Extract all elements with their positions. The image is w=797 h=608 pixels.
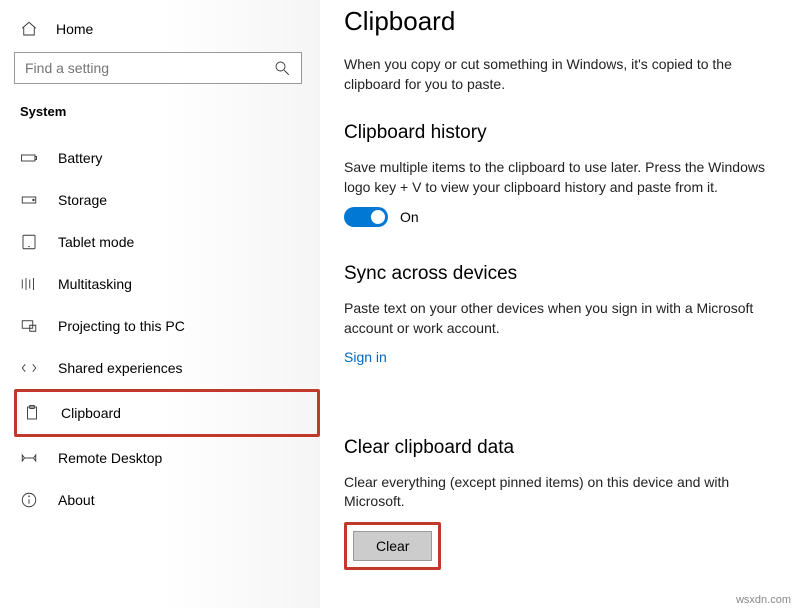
history-desc: Save multiple items to the clipboard to … <box>344 158 767 197</box>
sidebar-item-tablet-mode[interactable]: Tablet mode <box>14 221 320 263</box>
sidebar-item-label: Multitasking <box>58 276 132 292</box>
sidebar-item-multitasking[interactable]: Multitasking <box>14 263 320 305</box>
sidebar-item-label: Storage <box>58 192 107 208</box>
sidebar-item-label: About <box>58 492 95 508</box>
sync-desc: Paste text on your other devices when yo… <box>344 299 767 338</box>
battery-icon <box>20 149 38 167</box>
history-title: Clipboard history <box>344 122 767 144</box>
sidebar-item-remote-desktop[interactable]: Remote Desktop <box>14 437 320 479</box>
clipboard-icon <box>23 404 41 422</box>
search-input-container[interactable] <box>14 52 302 84</box>
sidebar-item-label: Battery <box>58 150 102 166</box>
home-label: Home <box>56 21 93 37</box>
tablet-icon <box>20 233 38 251</box>
page-intro: When you copy or cut something in Window… <box>344 55 767 94</box>
sidebar-item-about[interactable]: About <box>14 479 320 521</box>
clear-title: Clear clipboard data <box>344 437 767 459</box>
sidebar-item-shared-experiences[interactable]: Shared experiences <box>14 347 320 389</box>
shared-icon <box>20 359 38 377</box>
search-input[interactable] <box>25 60 273 76</box>
watermark: wsxdn.com <box>736 594 791 606</box>
multitasking-icon <box>20 275 38 293</box>
projecting-icon <box>20 317 38 335</box>
remote-desktop-icon <box>20 449 38 467</box>
history-toggle-label: On <box>400 209 419 225</box>
sidebar-item-label: Clipboard <box>61 405 121 421</box>
history-toggle[interactable] <box>344 207 388 227</box>
sidebar-item-label: Tablet mode <box>58 234 134 250</box>
search-icon <box>273 59 291 77</box>
sidebar-item-label: Remote Desktop <box>58 450 162 466</box>
sidebar-item-clipboard[interactable]: Clipboard <box>14 389 320 437</box>
sidebar-item-storage[interactable]: Storage <box>14 179 320 221</box>
sidebar-item-label: Shared experiences <box>58 360 183 376</box>
category-label: System <box>20 104 320 119</box>
clear-desc: Clear everything (except pinned items) o… <box>344 473 767 512</box>
sidebar-item-projecting[interactable]: Projecting to this PC <box>14 305 320 347</box>
about-icon <box>20 491 38 509</box>
sync-title: Sync across devices <box>344 263 767 285</box>
sign-in-link[interactable]: Sign in <box>344 349 387 365</box>
storage-icon <box>20 191 38 209</box>
clear-button[interactable]: Clear <box>353 531 432 561</box>
home-link[interactable]: Home <box>14 14 320 52</box>
sidebar-item-battery[interactable]: Battery <box>14 137 320 179</box>
page-title: Clipboard <box>344 6 767 37</box>
clear-button-highlight: Clear <box>344 522 441 570</box>
sidebar-item-label: Projecting to this PC <box>58 318 185 334</box>
home-icon <box>20 20 38 38</box>
